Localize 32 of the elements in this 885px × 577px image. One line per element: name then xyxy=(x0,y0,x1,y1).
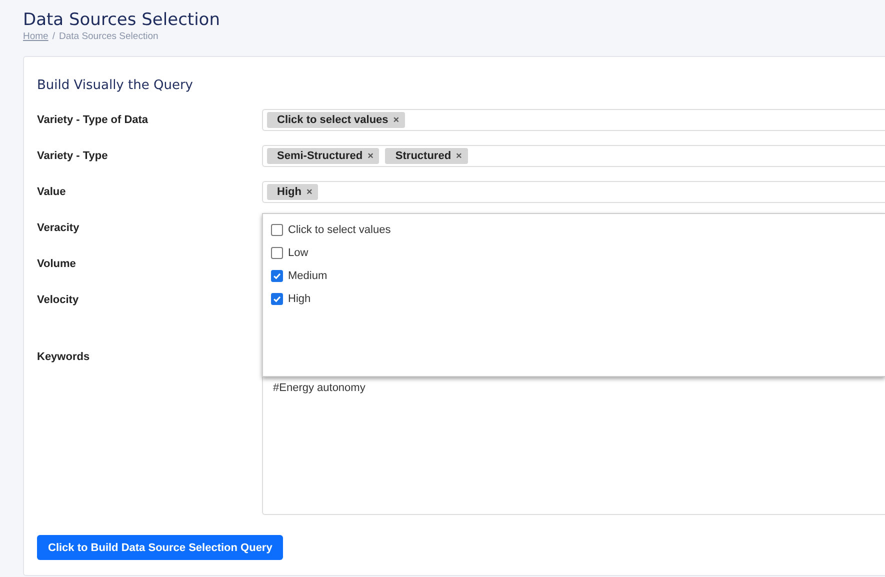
checkbox[interactable] xyxy=(271,246,283,258)
selected-tag[interactable]: Click to select values × xyxy=(267,112,406,128)
tag-select-field[interactable]: Click to select values × xyxy=(262,109,885,131)
field-label: Veracity xyxy=(37,221,80,236)
page-title: Data Sources Selection xyxy=(23,10,221,30)
field-label: Keywords xyxy=(37,350,91,365)
keyword-text: #Energy autonomy xyxy=(273,382,366,394)
tag-select-field[interactable]: Semi-Structured × Structured × xyxy=(262,145,885,167)
field-label: Velocity xyxy=(37,293,80,308)
remove-icon[interactable]: × xyxy=(368,150,374,162)
checkbox[interactable] xyxy=(271,270,283,282)
section-heading: Build Visually the Query xyxy=(37,77,194,95)
build-query-button[interactable]: Click to Build Data Source Selection Query xyxy=(37,535,284,560)
field-label: Variety - Type xyxy=(37,149,109,164)
field-label: Volume xyxy=(37,257,77,272)
selected-tag[interactable]: High × xyxy=(267,184,318,200)
selected-tag[interactable]: Structured × xyxy=(385,148,468,164)
checkbox[interactable] xyxy=(271,292,283,304)
option-label[interactable]: Low xyxy=(288,246,308,258)
checkbox[interactable] xyxy=(271,224,283,236)
selected-tag[interactable]: Semi-Structured × xyxy=(267,148,380,164)
remove-icon[interactable]: × xyxy=(306,186,312,198)
breadcrumb-separator: / xyxy=(52,30,55,43)
breadcrumb-current: Data Sources Selection xyxy=(58,30,158,43)
option-label[interactable]: Click to select values xyxy=(288,224,391,236)
field-label: Variety - Type of Data xyxy=(37,113,150,128)
remove-icon[interactable]: × xyxy=(393,114,400,126)
tag-select-field[interactable]: High × xyxy=(262,181,885,203)
remove-icon[interactable]: × xyxy=(456,150,462,162)
option-label[interactable]: Medium xyxy=(288,270,328,282)
option-label[interactable]: High xyxy=(288,292,311,304)
field-label: Value xyxy=(37,185,67,200)
